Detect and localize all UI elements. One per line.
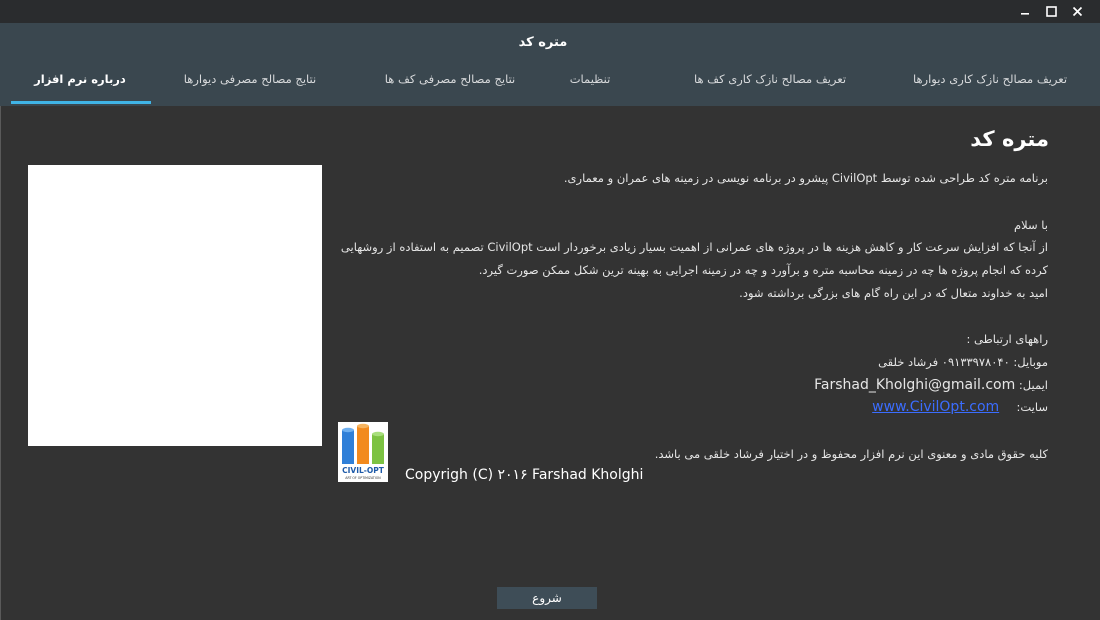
tab-wall-finish-materials[interactable]: تعریف مصالح نازک کاری دیوارها [910,71,1070,106]
email-label: ایمیل: [1018,378,1048,392]
minimize-icon[interactable] [1012,2,1038,20]
image-panel [28,165,322,446]
app-header: متره کد تعریف مصالح نازک کاری دیوارها تع… [0,23,1100,106]
email-value[interactable]: Farshad_Kholghi@gmail.com [814,377,1015,393]
about-heading: متره کد [970,127,1049,151]
start-button[interactable]: شروع [497,587,597,609]
left-divider [0,106,1,620]
intro-text: برنامه متره کد طراحی شده توسط CivilOpt پ… [563,171,1048,185]
rights-text: کلیه حقوق مادی و معنوی این نرم افزار محف… [654,447,1048,461]
site-link[interactable]: www.CivilOpt.com [872,399,999,415]
email-row: ایمیل: Farshad_Kholghi@gmail.com [814,377,1048,393]
tab-floor-finish-materials[interactable]: تعریف مصالح نازک کاری کف ها [690,71,850,106]
paragraph-line-3: امید به خداوند متعال که در این راه گام ه… [739,286,1048,300]
tab-floor-results[interactable]: نتایج مصالح مصرفی کف ها [380,71,520,106]
active-tab-indicator [11,101,151,104]
app-title: متره کد [518,35,568,50]
site-row: سایت: www.CivilOpt.com [872,399,1048,415]
tab-wall-results[interactable]: نتایج مصالح مصرفی دیوارها [170,71,330,106]
paragraph-line-1: از آنجا که افزایش سرعت کار و کاهش هزینه … [340,240,1048,254]
mobile-text: موبایل: ۰۹۱۳۳۹۷۸۰۴۰ فرشاد خلقی [878,355,1048,369]
window-titlebar [0,0,1100,23]
site-label: سایت: [1016,400,1048,414]
paragraph-line-2: کرده که انجام پروژه ها چه در زمینه محاسب… [478,263,1048,277]
civilopt-logo: CIVIL-OPT ART OF OPTIMIZATION [338,422,388,482]
logo-subtext: ART OF OPTIMIZATION [345,476,381,480]
tab-bar: تعریف مصالح نازک کاری دیوارها تعریف مصال… [0,71,1100,106]
contact-title: راههای ارتباطی : [966,332,1048,346]
greeting-text: با سلام [1014,218,1048,232]
tab-settings[interactable]: تنظیمات [540,71,640,106]
logo-text: CIVIL-OPT [342,466,385,475]
maximize-icon[interactable] [1038,2,1064,20]
window-controls [1012,2,1090,20]
copyright-text: Copyrigh (C) ۲۰۱۶ Farshad Kholghi [405,467,644,483]
close-icon[interactable] [1064,2,1090,20]
